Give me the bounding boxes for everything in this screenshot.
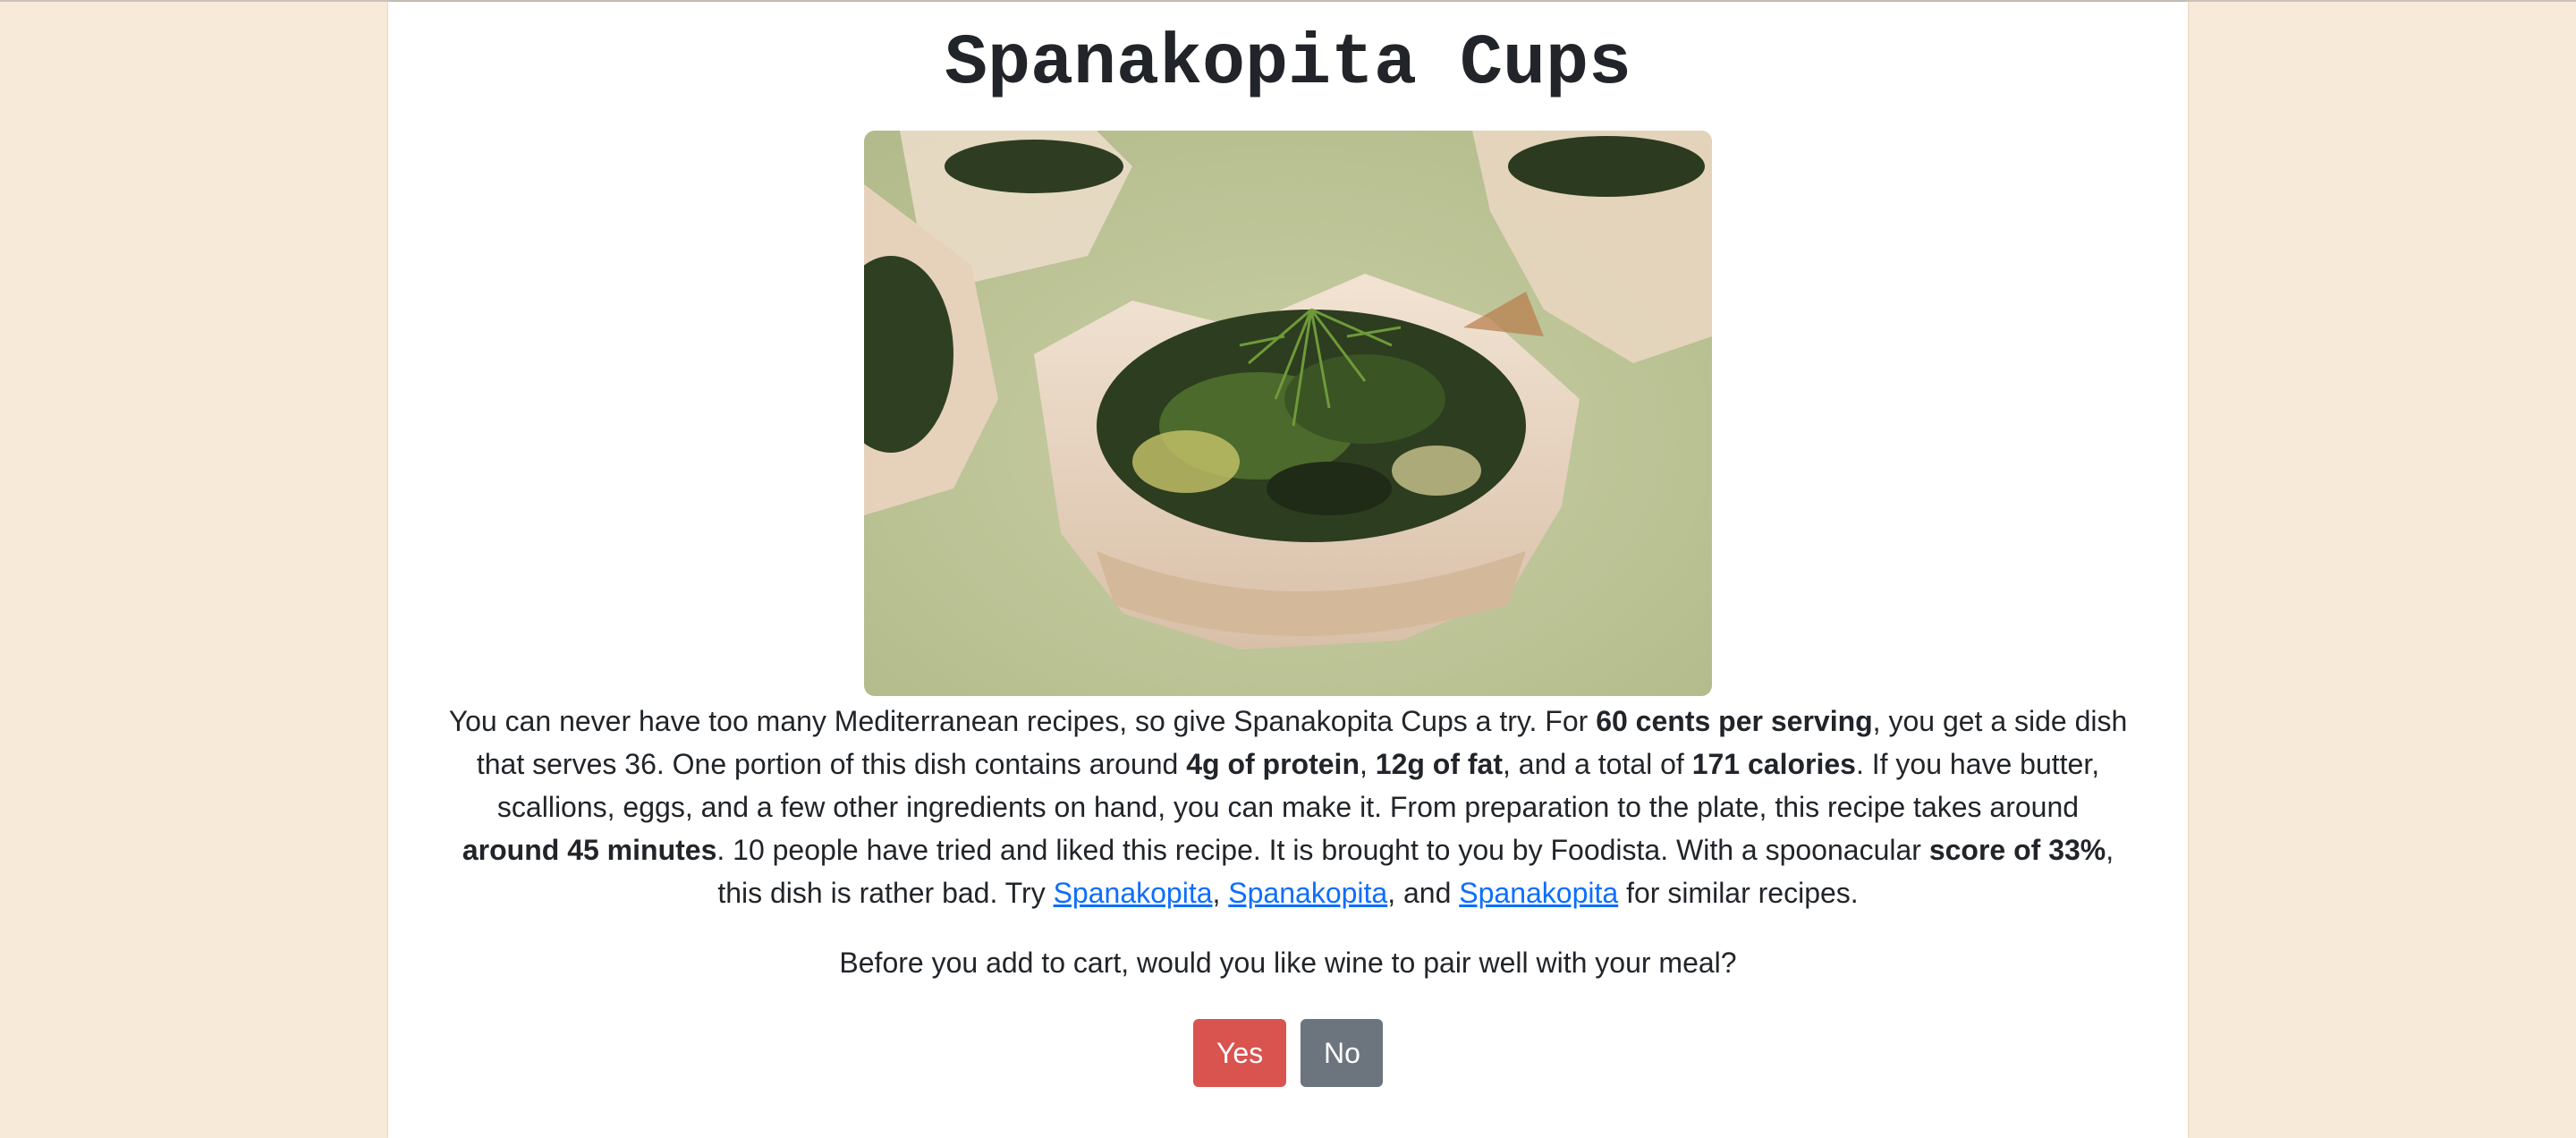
description-text: , and a total of xyxy=(1503,748,1692,780)
similar-recipe-link[interactable]: Spanakopita xyxy=(1459,877,1618,909)
recipe-title: Spanakopita Cups xyxy=(944,23,1632,105)
description-text: for similar recipes. xyxy=(1618,877,1859,909)
similar-recipe-link[interactable]: Spanakopita xyxy=(1228,877,1387,909)
recipe-photo xyxy=(864,131,1712,696)
no-button[interactable]: No xyxy=(1301,1019,1383,1087)
fat-highlight: 12g of fat xyxy=(1375,748,1503,780)
time-highlight: around 45 minutes xyxy=(462,834,717,866)
description-text: . 10 people have tried and liked this re… xyxy=(716,834,1929,866)
description-text: You can never have too many Mediterranea… xyxy=(448,705,1597,737)
description-text: , xyxy=(1212,877,1229,909)
recipe-card: Spanakopita Cups You can never have too … xyxy=(388,2,2188,1138)
recipe-description: You can never have too many Mediterranea… xyxy=(447,700,2129,914)
wine-pairing-actions: Yes No xyxy=(388,1019,2188,1087)
price-highlight: 60 cents per serving xyxy=(1596,705,1873,737)
similar-recipe-link[interactable]: Spanakopita xyxy=(1054,877,1213,909)
description-text: , and xyxy=(1387,877,1460,909)
yes-button[interactable]: Yes xyxy=(1193,1019,1286,1087)
wine-pairing-question: Before you add to cart, would you like w… xyxy=(839,947,1737,979)
calories-highlight: 171 calories xyxy=(1691,748,1856,780)
score-highlight: score of 33% xyxy=(1928,834,2106,866)
protein-highlight: 4g of protein xyxy=(1186,748,1360,780)
description-text: , xyxy=(1359,748,1376,780)
